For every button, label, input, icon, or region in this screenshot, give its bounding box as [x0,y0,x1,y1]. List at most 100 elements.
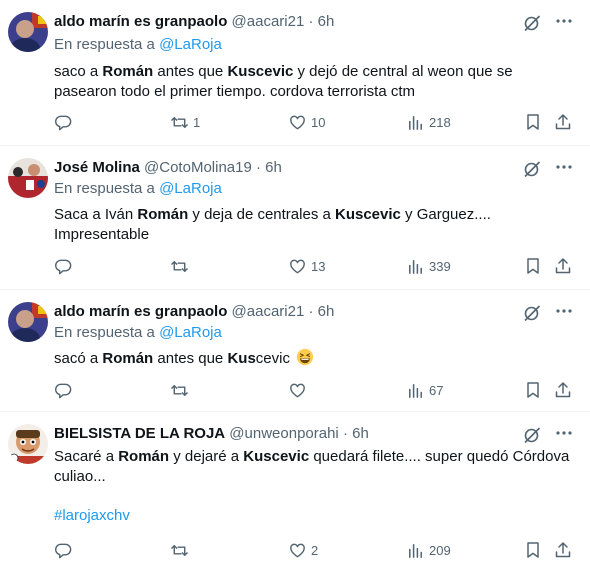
like-icon [290,383,305,397]
more-icon[interactable] [554,11,574,31]
tweet-text: saco a Román antes que Kuscevic y dejó d… [54,62,570,102]
tweet[interactable]: aldo marín es granpaolo @aacari21 · 6h E… [0,290,590,412]
views-count: 339 [429,258,451,274]
share-icon[interactable] [553,256,573,276]
retweet-icon [171,260,188,272]
views-button[interactable]: 209 [406,540,451,560]
reply-feed: aldo marín es granpaolo @aacari21 · 6h E… [0,0,590,570]
views-count: 209 [429,542,451,558]
views-button[interactable]: 67 [406,380,443,400]
share-icon[interactable] [553,380,573,400]
tweet-text-bold: Kuscevic [243,448,310,465]
reply-context: En respuesta a @LaRoja [54,179,222,199]
user-handle[interactable]: @unweonporahi [229,425,338,442]
share-icon[interactable] [553,540,573,560]
tweet-header: aldo marín es granpaolo @aacari21 · 6h [54,302,540,322]
share-icon[interactable] [553,112,573,132]
bookmark-icon[interactable] [523,380,543,400]
timestamp[interactable]: 6h [265,159,282,176]
display-name[interactable]: aldo marín es granpaolo [54,13,227,30]
views-button[interactable]: 218 [406,112,451,132]
grok-icon[interactable] [522,303,542,323]
tweet-text-segment: antes que [153,63,228,80]
views-icon [409,115,422,130]
action-bar: 1 10 218 [0,112,590,132]
bookmark-icon[interactable] [523,112,543,132]
grok-icon[interactable] [522,159,542,179]
retweet-count: 1 [193,114,201,130]
views-count: 218 [429,114,451,130]
views-icon [409,259,422,274]
timestamp[interactable]: 6h [352,425,369,442]
bookmark-icon[interactable] [523,540,543,560]
tweet-text-segment: Sacaré a [54,448,119,465]
views-count: 67 [429,382,444,398]
retweet-button[interactable]: 1 [170,112,200,132]
more-icon[interactable] [554,301,574,321]
reply-button[interactable] [54,540,77,560]
separator-dot: · [308,13,314,30]
like-button[interactable]: 13 [288,256,325,276]
timestamp[interactable]: 6h [318,303,335,320]
grinning-squinting-face-emoji [297,348,314,366]
separator-dot: · [308,303,314,320]
display-name[interactable]: aldo marín es granpaolo [54,303,227,320]
tweet-text-segment: y deja de centrales a [188,206,335,223]
like-button[interactable]: 2 [288,540,318,560]
like-button[interactable] [288,380,311,400]
reply-icon [55,383,72,398]
views-icon [409,383,422,398]
reply-button[interactable] [54,380,77,400]
like-count: 13 [311,258,326,274]
more-icon[interactable] [554,423,574,443]
views-button[interactable]: 339 [406,256,451,276]
avatar[interactable] [8,424,48,464]
display-name[interactable]: BIELSISTA DE LA ROJA [54,425,225,442]
reply-mention-link[interactable]: @LaRoja [159,324,222,341]
retweet-button[interactable] [170,540,193,560]
tweet-text-segment: antes que [153,350,228,367]
tweet-text-segment: Saca a Iván [54,206,138,223]
like-icon [290,259,305,273]
bookmark-icon[interactable] [523,256,543,276]
grok-icon[interactable] [522,425,542,445]
tweet[interactable]: José Molina @CotoMolina19 · 6h En respue… [0,146,590,290]
reply-prefix: En respuesta a [54,36,155,53]
tweet-header: aldo marín es granpaolo @aacari21 · 6h [54,12,540,32]
like-count: 10 [311,114,326,130]
user-handle[interactable]: @aacari21 [232,303,305,320]
avatar[interactable] [8,158,48,198]
tweet[interactable]: aldo marín es granpaolo @aacari21 · 6h E… [0,0,590,146]
reply-icon [55,115,72,130]
tweet-text-bold: Román [137,206,189,223]
retweet-button[interactable] [170,380,193,400]
retweet-icon [171,116,188,128]
reply-button[interactable] [54,256,77,276]
hashtag-link[interactable]: #larojaxchv [54,506,130,526]
tweet-text: Sacaré a Román y dejaré a Kuscevic queda… [54,447,570,487]
reply-prefix: En respuesta a [54,324,155,341]
like-icon [290,543,305,557]
like-count: 2 [311,542,319,558]
timestamp[interactable]: 6h [318,13,335,30]
like-icon [290,115,305,129]
reply-mention-link[interactable]: @LaRoja [159,180,222,197]
more-icon[interactable] [554,157,574,177]
display-name[interactable]: José Molina [54,159,140,176]
tweet-text-bold: Kuscevic [335,206,401,223]
tweet-text-bold: Kus [227,350,256,367]
tweet-header: José Molina @CotoMolina19 · 6h [54,158,540,178]
tweet-text: Saca a Iván Román y deja de centrales a … [54,205,570,245]
avatar[interactable] [8,302,48,342]
reply-icon [55,543,72,558]
avatar[interactable] [8,12,48,52]
user-handle[interactable]: @aacari21 [232,13,305,30]
reply-button[interactable] [54,112,77,132]
tweet-text-segment: y dejaré a [169,448,244,465]
grok-icon[interactable] [522,13,542,33]
like-button[interactable]: 10 [288,112,325,132]
user-handle[interactable]: @CotoMolina19 [144,159,252,176]
reply-mention-link[interactable]: @LaRoja [159,36,222,53]
tweet[interactable]: BIELSISTA DE LA ROJA @unweonporahi · 6h … [0,412,590,570]
retweet-button[interactable] [170,256,193,276]
